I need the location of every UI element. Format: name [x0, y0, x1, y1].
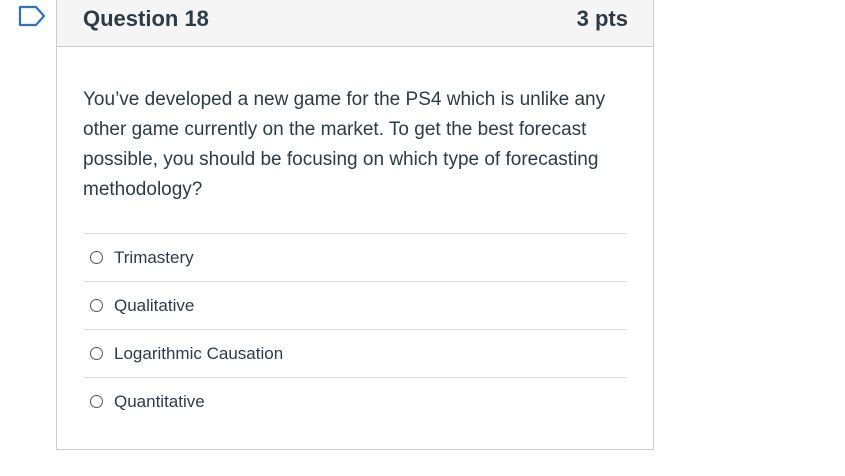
answer-label: Logarithmic Causation: [114, 343, 284, 363]
radio-button[interactable]: [90, 347, 103, 360]
answer-label: Trimastery: [114, 247, 194, 267]
bookmark-flag-icon[interactable]: [18, 5, 46, 27]
answer-option-logarithmic-causation[interactable]: Logarithmic Causation: [83, 329, 627, 377]
question-text: You’ve developed a new game for the PS4 …: [83, 89, 606, 200]
question-points: 3 pts: [576, 6, 628, 31]
answer-label: Quantitative: [114, 391, 205, 411]
question-header: Question 18 3 pts: [57, 0, 653, 47]
radio-button[interactable]: [90, 395, 103, 408]
answer-option-quantitative[interactable]: Quantitative: [83, 377, 627, 425]
question-title: Question 18: [83, 6, 209, 31]
answer-option-trimastery[interactable]: Trimastery: [83, 233, 627, 281]
question-card: Question 18 3 pts You’ve developed a new…: [56, 0, 654, 450]
answer-option-qualitative[interactable]: Qualitative: [83, 281, 627, 329]
answer-list: Trimastery Qualitative Logarithmic Causa…: [83, 233, 627, 425]
answer-label: Qualitative: [114, 295, 195, 315]
radio-button[interactable]: [90, 251, 103, 264]
radio-button[interactable]: [90, 299, 103, 312]
